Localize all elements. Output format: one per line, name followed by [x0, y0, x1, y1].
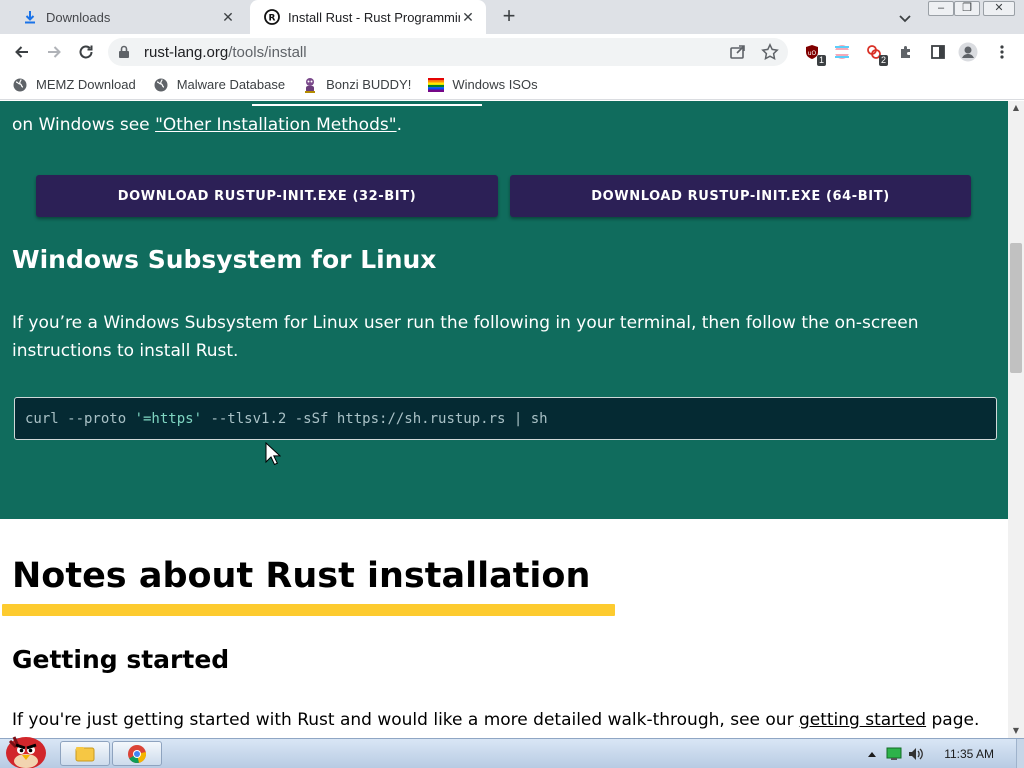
other-installation-methods-link[interactable]: "Other Installation Methods" — [155, 115, 397, 135]
new-tab-button[interactable]: + — [498, 5, 520, 28]
volume-icon[interactable] — [908, 746, 924, 762]
heading-underline — [2, 604, 615, 616]
extension-badge: 2 — [878, 55, 888, 66]
show-desktop-button[interactable] — [1016, 739, 1024, 768]
taskbar-chrome-button[interactable] — [112, 741, 162, 766]
ublock-extension-icon[interactable]: uO 1 — [802, 42, 826, 66]
scroll-down-arrow-icon[interactable]: ▼ — [1008, 724, 1024, 738]
back-arrow-icon — [15, 46, 28, 58]
close-window-button[interactable]: ✕ — [983, 1, 1015, 16]
page-viewport: on Windows see "Other Installation Metho… — [0, 101, 1008, 738]
reload-icon — [79, 45, 93, 59]
show-hidden-icons-icon[interactable] — [864, 746, 880, 762]
getting-started-heading: Getting started — [12, 645, 230, 674]
taskbar-clock[interactable]: 11:35 AM — [944, 747, 994, 761]
globe-icon — [12, 77, 28, 93]
wsl-heading: Windows Subsystem for Linux — [12, 245, 437, 274]
svg-text:uO: uO — [808, 50, 817, 57]
side-panel-icon[interactable] — [928, 42, 948, 62]
page-scrollbar[interactable]: ▲ ▼ — [1008, 101, 1024, 738]
getting-started-paragraph: If you're just getting started with Rust… — [12, 710, 980, 730]
extensions-puzzle-icon[interactable] — [896, 42, 916, 62]
bookmark-label: Bonzi BUDDY! — [326, 77, 412, 92]
extension-badge: 1 — [816, 55, 826, 66]
bookmark-bonzi-buddy[interactable]: Bonzi BUDDY! — [302, 77, 411, 93]
download-32bit-button[interactable]: DOWNLOAD RUSTUP-INIT.EXE (32-BIT) — [36, 175, 498, 217]
menu-kebab-icon[interactable] — [992, 42, 1012, 62]
back-button[interactable] — [10, 40, 34, 64]
taskbar: 11:35 AM — [0, 736, 1024, 768]
system-tray: 11:35 AM — [864, 739, 1024, 768]
other-methods-paragraph: on Windows see "Other Installation Metho… — [12, 115, 402, 135]
url-host: rust-lang.org — [144, 43, 229, 61]
folder-icon — [75, 746, 95, 761]
link-extension-icon[interactable]: 2 — [864, 42, 888, 66]
reload-button[interactable] — [74, 40, 98, 64]
download-icon — [22, 9, 38, 25]
bookmark-windows-isos[interactable]: Windows ISOs — [428, 77, 538, 93]
mouse-pointer-icon — [265, 441, 282, 470]
taskbar-explorer-button[interactable] — [60, 741, 110, 766]
url-path: /tools/install — [228, 43, 307, 61]
network-icon[interactable] — [886, 746, 902, 762]
profile-avatar-icon[interactable] — [958, 42, 978, 62]
rust-logo-icon: R — [264, 9, 280, 25]
download-64bit-button[interactable]: DOWNLOAD RUSTUP-INIT.EXE (64-BIT) — [510, 175, 971, 217]
tab-title: Downloads — [46, 9, 111, 25]
lock-icon[interactable] — [118, 45, 132, 59]
clipped-previous-line — [12, 101, 482, 111]
close-tab-icon[interactable]: ✕ — [460, 9, 476, 25]
bookmark-label: MEMZ Download — [36, 77, 136, 92]
tab-install-rust[interactable]: R Install Rust - Rust Programmin ✕ — [250, 0, 486, 34]
forward-arrow-icon — [48, 46, 61, 58]
close-tab-icon[interactable]: ✕ — [220, 9, 236, 25]
bookmarks-bar: MEMZ Download Malware Database Bonzi BUD… — [0, 70, 1024, 100]
tab-title: Install Rust - Rust Programmin — [288, 9, 460, 25]
wsl-paragraph: If you’re a Windows Subsystem for Linux … — [12, 313, 919, 361]
svg-text:R: R — [269, 14, 276, 24]
bookmark-star-icon[interactable] — [760, 42, 780, 62]
restore-button[interactable]: ❐ — [954, 1, 980, 16]
tab-search-chevron-icon[interactable] — [896, 9, 914, 27]
bookmark-memz-download[interactable]: MEMZ Download — [12, 77, 136, 93]
bonzi-icon — [302, 77, 318, 93]
install-section: on Windows see "Other Installation Metho… — [0, 101, 1008, 519]
getting-started-link[interactable]: getting started — [799, 710, 926, 730]
flag-extension-icon[interactable] — [832, 42, 852, 62]
browser-toolbar: rust-lang.org/tools/install uO 1 2 — [0, 34, 1024, 70]
rainbow-flag-icon — [428, 77, 445, 93]
tab-downloads[interactable]: Downloads ✕ — [8, 0, 246, 34]
notes-heading: Notes about Rust installation — [12, 556, 591, 596]
bookmark-malware-database[interactable]: Malware Database — [153, 77, 285, 93]
globe-icon — [153, 77, 169, 93]
minimize-button[interactable]: – — [928, 1, 954, 16]
install-command-code[interactable]: curl --proto '=https' --tlsv1.2 -sSf htt… — [14, 397, 997, 440]
forward-button[interactable] — [42, 40, 66, 64]
chrome-icon — [128, 744, 147, 763]
share-icon[interactable] — [728, 42, 748, 62]
tab-strip: Downloads ✕ R Install Rust - Rust Progra… — [0, 0, 1024, 34]
scroll-thumb[interactable] — [1010, 243, 1022, 373]
start-button-angry-bird-icon[interactable] — [2, 731, 50, 768]
bookmark-label: Malware Database — [176, 77, 286, 92]
address-bar[interactable]: rust-lang.org/tools/install — [108, 38, 788, 66]
scroll-up-arrow-icon[interactable]: ▲ — [1008, 101, 1024, 115]
bookmark-label: Windows ISOs — [452, 77, 538, 92]
